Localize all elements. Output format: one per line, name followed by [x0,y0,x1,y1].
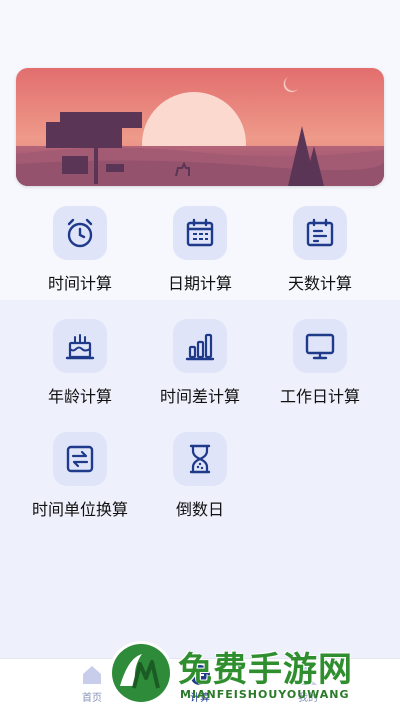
nav-label: 计算 [190,693,210,704]
tool-icon-box [53,206,107,260]
tool-label: 年龄计算 [47,387,112,406]
tool-label: 工作日计算 [279,387,360,406]
nav-label: 我的 [298,693,318,704]
tool-countdown[interactable]: 倒数日 [140,432,260,532]
tool-icon-box [53,432,107,486]
tool-label: 时间差计算 [159,387,240,406]
profile-icon [299,666,317,685]
banner-image[interactable] [16,68,384,186]
tool-time-diff-calc[interactable]: 时间差计算 [140,319,260,419]
monitor-icon [305,333,335,360]
tool-unit-convert[interactable]: 时间单位换算 [20,432,140,532]
tool-label: 日期计算 [167,274,232,293]
alarm-clock-icon [67,218,93,248]
calendar-icon [186,218,214,247]
tool-days-calc[interactable]: 天数计算 [260,206,380,306]
calculator-icon [190,665,210,685]
swap-icon [66,445,94,473]
nav-label: 首页 [82,693,102,704]
nav-item-profile[interactable]: 我的 [278,663,338,708]
tool-icon-box [293,206,347,260]
tool-time-calc[interactable]: 时间计算 [20,206,140,306]
tool-label: 时间计算 [47,274,112,293]
tool-icon-box [53,319,107,373]
tool-label: 倒数日 [175,500,224,519]
tool-icon-box [293,319,347,373]
birthday-cake-icon [65,334,95,360]
tool-label: 时间单位换算 [31,500,128,519]
tool-icon-box [173,432,227,486]
nav-item-calc[interactable]: 计算 [170,663,230,708]
hourglass-icon [189,444,211,474]
home-icon [83,666,101,684]
calendar-days-icon [306,218,334,247]
nav-item-home[interactable]: 首页 [62,663,122,708]
bottom-nav: 首页 计算 我的 [0,658,400,711]
tool-age-calc[interactable]: 年龄计算 [20,319,140,419]
bar-chart-icon [185,333,215,361]
sunset-illustration [16,68,384,186]
tool-icon-box [173,319,227,373]
tool-icon-box [173,206,227,260]
tool-workday-calc[interactable]: 工作日计算 [260,319,380,419]
tool-label: 天数计算 [287,274,352,293]
tool-date-calc[interactable]: 日期计算 [140,206,260,306]
